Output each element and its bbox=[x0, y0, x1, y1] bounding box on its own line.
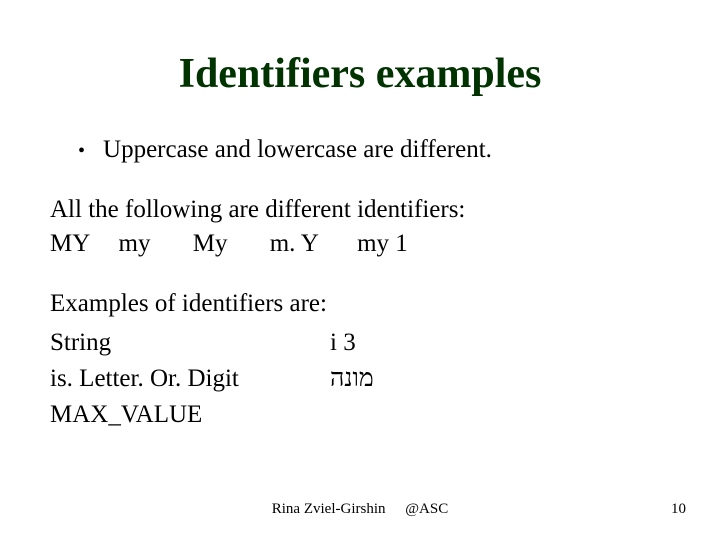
identifier-1: MY bbox=[50, 230, 90, 258]
example-right-2: מונה bbox=[330, 361, 374, 397]
bullet-text: Uppercase and lowercase are different. bbox=[103, 136, 492, 164]
examples-block: Examples of identifiers are: String i 3 … bbox=[50, 286, 670, 433]
example-left-3: MAX_VALUE bbox=[50, 397, 330, 433]
identifiers-intro: All the following are different identifi… bbox=[50, 192, 670, 228]
identifier-3: My bbox=[193, 230, 228, 258]
footer-center: Rina Zviel-Girshin @ASC bbox=[264, 501, 456, 518]
slide-title: Identifiers examples bbox=[50, 50, 670, 98]
example-left-1: String bbox=[50, 325, 330, 361]
bullet-icon: • bbox=[78, 139, 85, 164]
identifiers-list: MY my My m. Y my 1 bbox=[50, 230, 670, 258]
bullet-item: • Uppercase and lowercase are different. bbox=[50, 136, 670, 164]
slide: Identifiers examples • Uppercase and low… bbox=[0, 0, 720, 540]
example-right-1: i 3 bbox=[330, 325, 356, 361]
footer-org: @ASC bbox=[405, 501, 448, 517]
identifier-2: my bbox=[119, 230, 151, 258]
examples-heading: Examples of identifiers are: bbox=[50, 286, 670, 322]
example-left-2: is. Letter. Or. Digit bbox=[50, 361, 330, 397]
footer-author: Rina Zviel-Girshin bbox=[272, 501, 386, 517]
page-number: 10 bbox=[671, 501, 686, 518]
identifier-5: my 1 bbox=[357, 230, 408, 258]
identifier-4: m. Y bbox=[270, 230, 319, 258]
